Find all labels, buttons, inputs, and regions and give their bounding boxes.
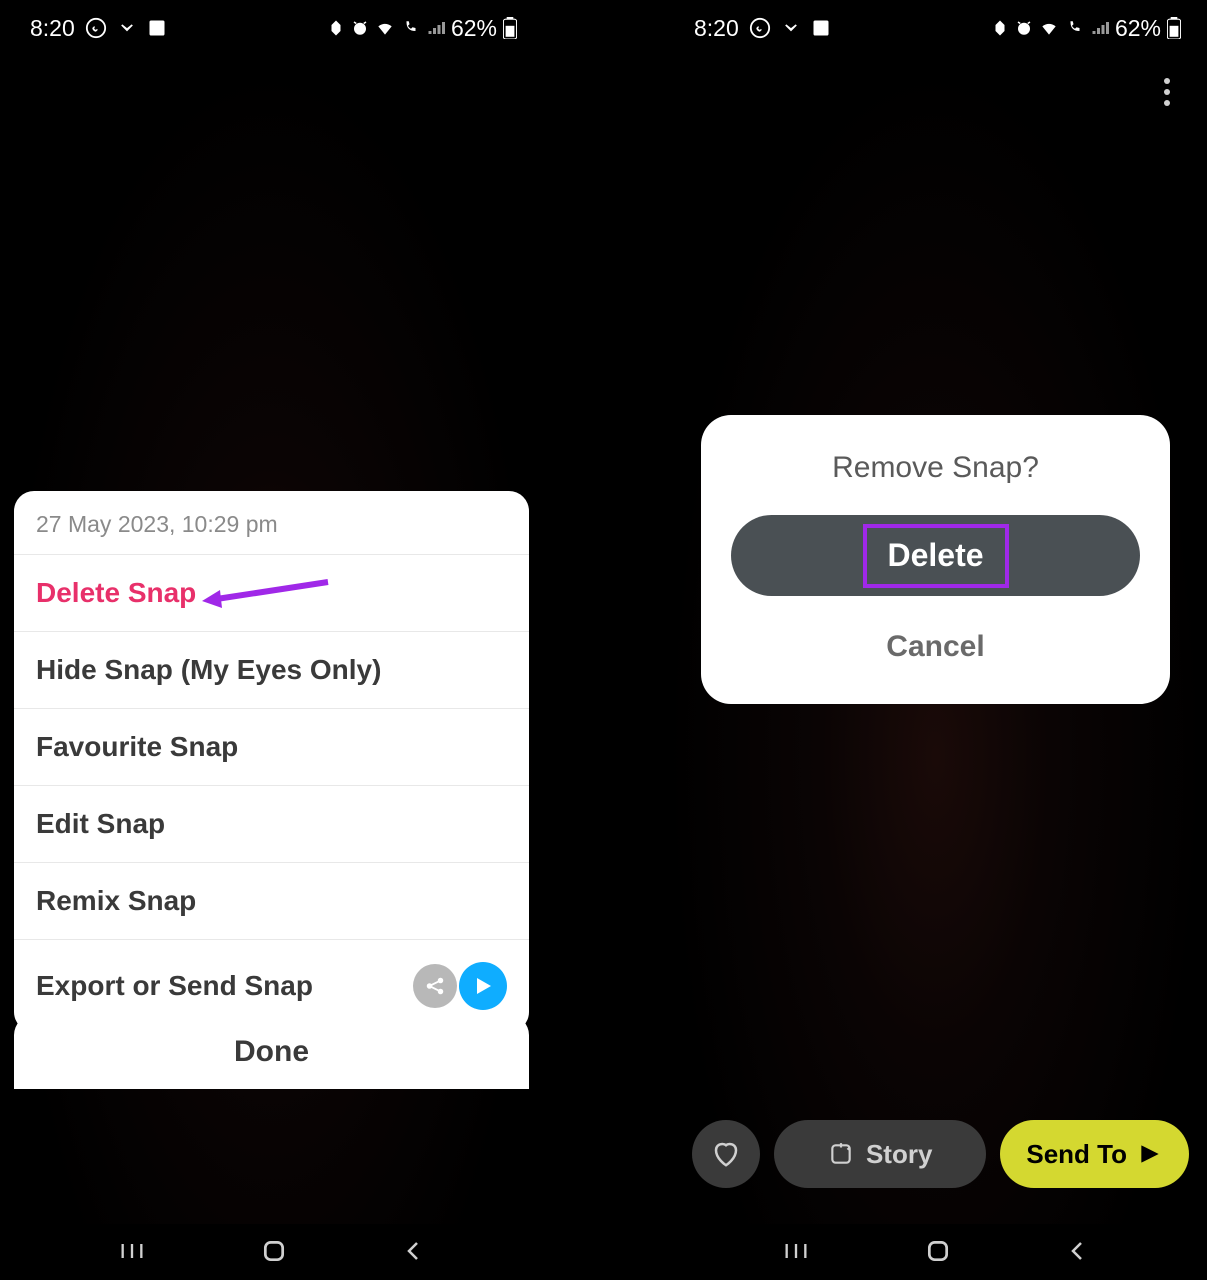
battery-icon [503,17,517,39]
wifi-icon [375,18,395,38]
missed-call-icon [781,18,801,38]
share-icon[interactable] [413,964,457,1008]
signal-icon [1091,19,1109,37]
delete-snap-item[interactable]: Delete Snap [14,555,529,632]
phone-left-screenshot: 8:20 62% 27 May 2023, 10:29 pm Delete Sn… [0,0,543,1280]
dialog-title: Remove Snap? [731,451,1140,485]
send-icon[interactable] [459,962,507,1010]
send-arrow-icon [1137,1141,1163,1167]
back-icon[interactable] [1066,1239,1090,1263]
image-icon [811,18,831,38]
battery-percent: 62% [451,15,497,42]
recents-icon[interactable] [782,1237,810,1265]
sendto-label: Send To [1026,1139,1127,1170]
more-dot-icon [1164,100,1170,106]
remix-snap-label: Remix Snap [36,885,196,917]
status-time: 8:20 [694,15,739,42]
story-label: Story [866,1139,932,1170]
image-icon [147,18,167,38]
more-dot-icon [1164,89,1170,95]
whatsapp-icon [749,17,771,39]
phone-right-screenshot: 8:20 62% Remove Snap? Delete Cancel [664,0,1207,1280]
nav-bar [664,1222,1207,1280]
heart-icon [711,1139,741,1169]
missed-call-icon [117,18,137,38]
recents-icon[interactable] [118,1237,146,1265]
done-label: Done [234,1035,309,1068]
alarm-icon [1015,19,1033,37]
wifi-icon [1039,18,1059,38]
alarm-icon [351,19,369,37]
export-snap-label: Export or Send Snap [36,970,313,1002]
volte-icon [1065,19,1085,37]
back-icon[interactable] [402,1239,426,1263]
hide-snap-label: Hide Snap (My Eyes Only) [36,654,381,686]
home-icon[interactable] [925,1238,951,1264]
volte-icon [401,19,421,37]
story-button[interactable]: Story [774,1120,986,1188]
remove-snap-dialog: Remove Snap? Delete Cancel [701,415,1170,704]
dialog-cancel-button[interactable]: Cancel [731,620,1140,674]
delete-snap-label: Delete Snap [36,577,196,609]
cancel-button-label: Cancel [886,630,984,663]
nav-bar [0,1222,543,1280]
whatsapp-icon [85,17,107,39]
status-bar: 8:20 62% [0,0,543,56]
done-button[interactable]: Done [14,1015,529,1089]
story-icon [828,1141,854,1167]
hide-snap-item[interactable]: Hide Snap (My Eyes Only) [14,632,529,709]
status-bar: 8:20 62% [664,0,1207,56]
signal-icon [427,19,445,37]
send-to-button[interactable]: Send To [1000,1120,1189,1188]
battery-percent: 62% [1115,15,1161,42]
favourite-snap-label: Favourite Snap [36,731,238,763]
more-dot-icon [1164,78,1170,84]
dialog-delete-button[interactable]: Delete [731,515,1140,596]
more-options-button[interactable] [1147,72,1187,112]
favourite-button[interactable] [692,1120,760,1188]
favourite-snap-item[interactable]: Favourite Snap [14,709,529,786]
home-icon[interactable] [261,1238,287,1264]
menu-timestamp: 27 May 2023, 10:29 pm [14,491,529,555]
edit-snap-item[interactable]: Edit Snap [14,786,529,863]
notification-icon [991,19,1009,37]
edit-snap-label: Edit Snap [36,808,165,840]
remix-snap-item[interactable]: Remix Snap [14,863,529,940]
status-time: 8:20 [30,15,75,42]
options-sheet: 27 May 2023, 10:29 pm Delete Snap Hide S… [14,491,529,1032]
arrow-annotation-icon [200,578,330,608]
highlight-annotation [863,524,1009,588]
notification-icon [327,19,345,37]
battery-icon [1167,17,1181,39]
bottom-action-bar: Story Send To [692,1120,1189,1188]
